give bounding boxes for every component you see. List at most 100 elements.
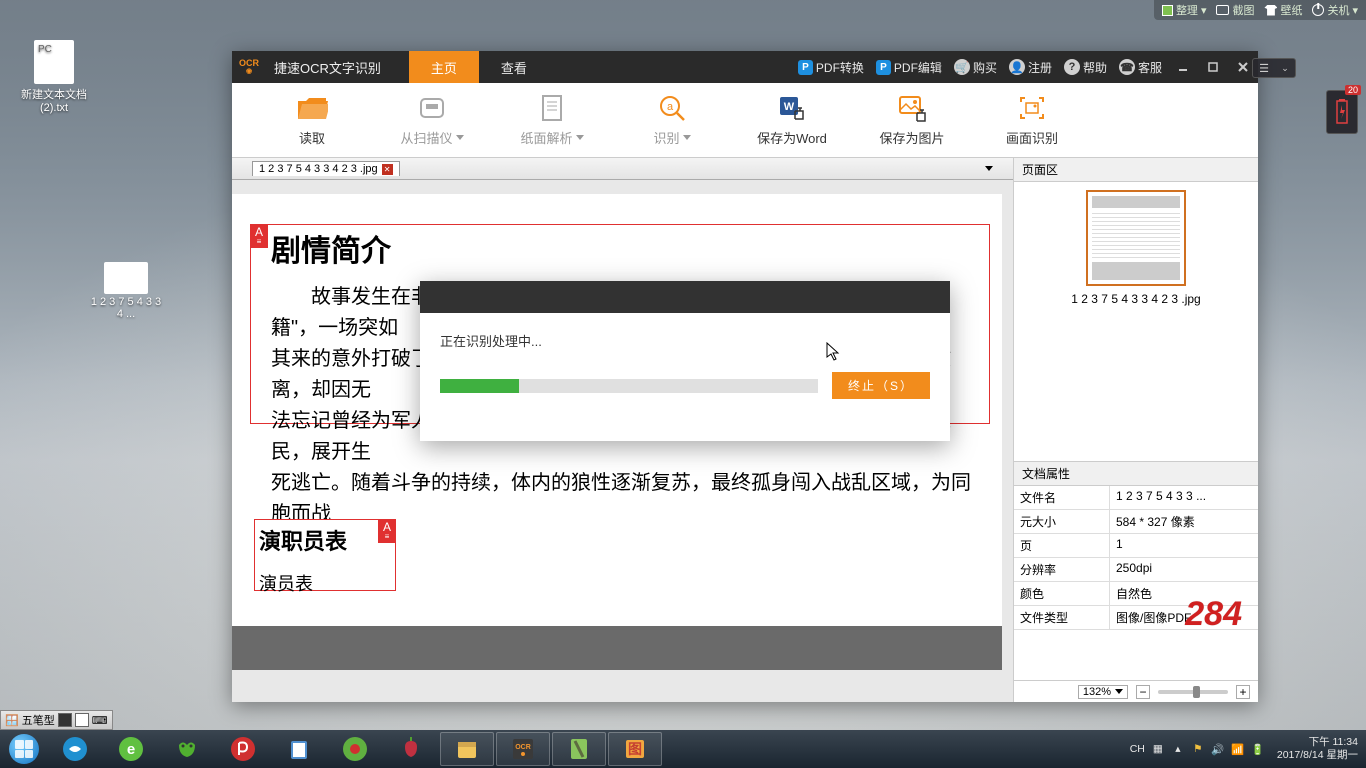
btn-pdf-edit[interactable]: PPDF编辑 [870, 59, 948, 76]
prop-row-filename: 文件名1 2 3 7 5 4 3 3 ... [1014, 486, 1258, 510]
zoom-slider[interactable] [1158, 690, 1228, 694]
chevron-down-icon[interactable] [985, 166, 993, 171]
dialog-message: 正在识别处理中... [440, 331, 930, 350]
tray-flag-icon[interactable]: ⚑ [1191, 742, 1205, 756]
sort-menu-button[interactable]: ☰ ⌄ [1252, 58, 1296, 78]
stop-button[interactable]: 终止（S） [832, 372, 930, 399]
desktop-icon-img[interactable]: 1 2 3 7 5 4 3 3 4 ... [90, 262, 162, 320]
zoom-in-button[interactable]: + [1236, 685, 1250, 699]
tab-home[interactable]: 主页 [409, 51, 479, 83]
canvas-wrap[interactable]: A≡ 剧情简介 故事发生在非洲附近的大海上，主人公冷锋遭遇人生滑铁卢，被"开除军… [232, 180, 1013, 702]
prop-row-page: 页1 [1014, 534, 1258, 558]
prop-row-dpi: 分辨率250dpi [1014, 558, 1258, 582]
ocr-region-2[interactable]: A≡ 演职员表 演员表 [254, 519, 396, 591]
file-tab[interactable]: 1 2 3 7 5 4 3 3 4 2 3 .jpg ✕ [252, 161, 400, 176]
tray-lang[interactable]: CH [1130, 743, 1145, 755]
chevron-down-icon [1115, 689, 1123, 694]
chevron-up-icon[interactable]: ▴ [1171, 742, 1185, 756]
btn-buy[interactable]: 🛒购买 [948, 59, 1003, 76]
desktop-icon-label: 新建文本文档 (2).txt [18, 86, 90, 114]
topbar-shutdown[interactable]: 关机▾ [1312, 2, 1358, 18]
screen-ocr-icon [1016, 94, 1048, 122]
tray-ime-icon[interactable]: ▦ [1151, 742, 1165, 756]
properties-title: 文档属性 [1014, 462, 1258, 486]
topbar-wallpaper[interactable]: 壁纸 [1264, 2, 1302, 18]
taskbar-item[interactable] [328, 732, 382, 766]
titlebar[interactable]: OCR◉ 捷速OCR文字识别 主页 查看 PPDF转换 PPDF编辑 🛒购买 👤… [232, 51, 1258, 83]
ocr-heading: 演职员表 [259, 524, 391, 556]
topbar-screenshot[interactable]: 截图 [1216, 2, 1254, 18]
windows-icon [9, 734, 39, 764]
page-thumbnail[interactable] [1086, 190, 1186, 286]
zoom-select[interactable]: 132% [1078, 685, 1128, 699]
btn-pdf-convert[interactable]: PPDF转换 [792, 59, 870, 76]
progress-bar [440, 379, 818, 393]
ime-mode-icon[interactable] [58, 713, 72, 727]
app-logo: OCR◉ [232, 51, 266, 83]
tool-paper[interactable]: 纸面解析 [492, 94, 612, 147]
taskbar: e OCR 图 CH ▦ ▴ ⚑ 🔊 📶 🔋 下午 11:34 2017/8/1… [0, 730, 1366, 768]
main-tabs: 主页 查看 [409, 51, 549, 83]
thumbnail-name: 1 2 3 7 5 4 3 3 4 2 3 .jpg [1022, 292, 1250, 308]
dialog-titlebar[interactable] [420, 281, 950, 313]
tool-recognize[interactable]: a 识别 [612, 94, 732, 147]
maximize-button[interactable] [1198, 51, 1228, 83]
image-save-icon [896, 94, 928, 122]
tool-read[interactable]: 读取 [252, 94, 372, 147]
taskbar-clock[interactable]: 下午 11:34 2017/8/14 星期一 [1271, 736, 1358, 761]
topbar-organize[interactable]: 整理▾ [1162, 2, 1207, 18]
tool-screen-ocr[interactable]: 画面识别 [972, 94, 1092, 147]
list-icon: ☰ [1259, 62, 1269, 75]
taskbar-item[interactable] [384, 732, 438, 766]
document-icon [536, 94, 568, 122]
minimize-button[interactable] [1168, 51, 1198, 83]
ime-toolbar[interactable]: 🪟 五笔型 ⌨ [0, 710, 113, 730]
tool-save-word[interactable]: W 保存为Word [732, 94, 852, 147]
volume-icon[interactable]: 🔊 [1211, 742, 1225, 756]
tool-save-image[interactable]: 保存为图片 [852, 94, 972, 147]
ocr-app-window: OCR◉ 捷速OCR文字识别 主页 查看 PPDF转换 PPDF编辑 🛒购买 👤… [232, 51, 1258, 702]
desktop-icon-txt[interactable]: 新建文本文档 (2).txt [18, 40, 90, 114]
svg-text:a: a [667, 101, 674, 113]
close-tab-icon[interactable]: ✕ [382, 164, 393, 175]
chevron-down-icon: ⌄ [1281, 63, 1289, 74]
taskbar-item[interactable] [440, 732, 494, 766]
taskbar-item[interactable] [216, 732, 270, 766]
btn-service[interactable]: ☎客服 [1113, 59, 1168, 76]
app-title: 捷速OCR文字识别 [266, 58, 389, 77]
ime-mode-icon[interactable] [75, 713, 89, 727]
network-icon[interactable]: 📶 [1231, 742, 1245, 756]
taskbar-item[interactable] [552, 732, 606, 766]
start-button[interactable] [0, 730, 48, 768]
tab-view[interactable]: 查看 [479, 51, 549, 83]
ime-logo-icon: 🪟 [5, 714, 19, 727]
zoom-out-button[interactable]: − [1136, 685, 1150, 699]
battery-badge: 20 [1345, 85, 1361, 95]
ocr-subheading: 演员表 [259, 570, 391, 596]
taskbar-item-ocr[interactable]: OCR [496, 732, 550, 766]
battery-widget[interactable]: 20 [1326, 90, 1358, 134]
taskbar-item[interactable] [160, 732, 214, 766]
taskbar-item[interactable] [48, 732, 102, 766]
camera-icon [1216, 5, 1229, 15]
phone-icon: ☎ [1119, 59, 1135, 75]
taskbar-item[interactable]: 图 [608, 732, 662, 766]
taskbar-item[interactable]: e [104, 732, 158, 766]
ocr-tag-icon: A≡ [378, 519, 396, 543]
ocr-heading: 剧情简介 [271, 229, 985, 276]
svg-text:e: e [127, 741, 135, 758]
file-tabs: 1 2 3 7 5 4 3 3 4 2 3 .jpg ✕ [232, 158, 1013, 180]
battery-icon [1334, 99, 1350, 125]
btn-help[interactable]: ?帮助 [1058, 59, 1113, 76]
thumbnail-area: 1 2 3 7 5 4 3 3 4 2 3 .jpg [1014, 182, 1258, 316]
btn-register[interactable]: 👤注册 [1003, 59, 1058, 76]
taskbar-item[interactable] [272, 732, 326, 766]
power-icon [1312, 4, 1324, 16]
battery-icon[interactable]: 🔋 [1251, 742, 1265, 756]
tool-scanner[interactable]: 从扫描仪 [372, 94, 492, 147]
keyboard-icon[interactable]: ⌨ [92, 714, 108, 727]
grid-icon [1162, 5, 1173, 16]
desktop-topbar: 整理▾ 截图 壁纸 关机▾ [1154, 0, 1366, 20]
user-icon: 👤 [1009, 59, 1025, 75]
zoom-bar: 132% − + [1014, 680, 1258, 702]
